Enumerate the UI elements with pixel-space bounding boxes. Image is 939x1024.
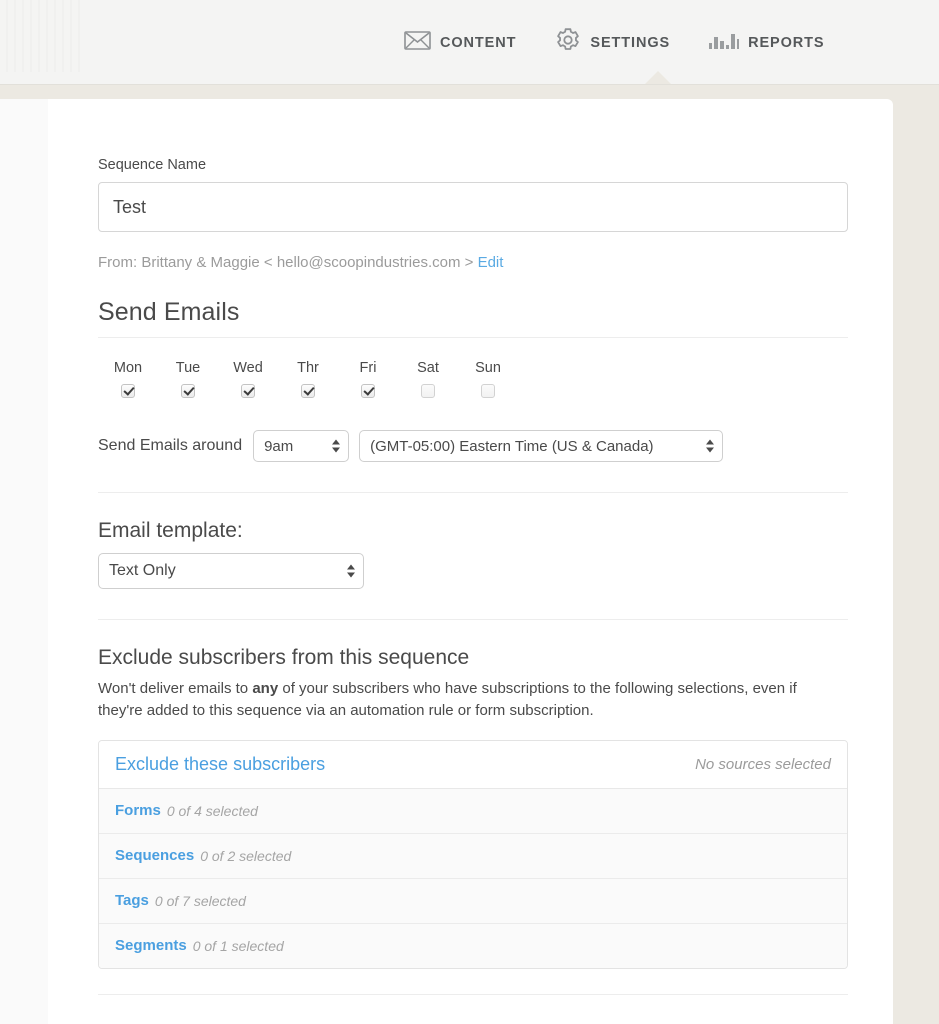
exclusion-row-count: 0 of 4 selected	[166, 802, 258, 819]
exclusion-row-tags[interactable]: Tags 0 of 7 selected	[99, 878, 847, 924]
send-days-group: Mon Tue Wed Thr Fri Sat Sun	[98, 360, 848, 400]
day-label-fri: Fri	[359, 360, 377, 376]
exclusion-panel-header[interactable]: Exclude these subscribers No sources sel…	[99, 740, 847, 789]
exclude-description: Won't deliver emails to any of your subs…	[98, 678, 840, 722]
exclude-description-emphasis: any	[252, 680, 279, 697]
app-header: CONTENT SETTINGS REPORTS	[0, 0, 939, 85]
settings-form: Sequence Name From: Brittany & Maggie < …	[98, 99, 848, 995]
day-checkbox-fri[interactable]	[361, 383, 375, 398]
header-texture	[0, 0, 84, 72]
exclusion-row-count: 0 of 7 selected	[154, 892, 246, 909]
send-emails-divider	[98, 337, 848, 338]
exclusion-row-sequences[interactable]: Sequences 0 of 2 selected	[99, 833, 847, 879]
main-nav: CONTENT SETTINGS REPORTS	[404, 27, 825, 58]
exclude-description-part1: Won't deliver emails to	[98, 680, 253, 697]
exclude-section-divider	[98, 619, 848, 620]
email-template-value: Text Only	[109, 562, 176, 579]
edit-from-link[interactable]: Edit	[478, 254, 504, 271]
exclusion-panel-title: Exclude these subscribers	[115, 753, 326, 774]
bottom-divider	[98, 993, 848, 995]
day-label-sun: Sun	[475, 360, 501, 376]
from-address-line: From: Brittany & Maggie < hello@scoopind…	[98, 254, 848, 271]
day-sun: Sun	[458, 360, 518, 400]
day-checkbox-sun[interactable]	[481, 383, 495, 398]
nav-item-reports[interactable]: REPORTS	[709, 32, 824, 54]
day-checkbox-thr[interactable]	[301, 383, 315, 398]
nav-item-settings[interactable]: SETTINGS	[555, 27, 670, 58]
left-rail	[0, 99, 48, 1024]
settings-card: Sequence Name From: Brittany & Maggie < …	[48, 99, 893, 1024]
day-label-sat: Sat	[417, 360, 439, 376]
day-wed: Wed	[218, 360, 278, 400]
exclusion-row-count: 0 of 1 selected	[192, 937, 284, 954]
envelope-icon	[404, 30, 431, 55]
exclusion-panel-status: No sources selected	[695, 755, 831, 773]
email-template-select[interactable]: Text Only	[98, 553, 364, 589]
nav-item-content[interactable]: CONTENT	[404, 30, 517, 55]
active-tab-pointer	[645, 71, 671, 84]
day-checkbox-tue[interactable]	[181, 383, 195, 398]
send-emails-heading: Send Emails	[98, 298, 240, 326]
exclude-heading: Exclude subscribers from this sequence	[98, 646, 470, 669]
timezone-select[interactable]: (GMT-05:00) Eastern Time (US & Canada)	[359, 430, 724, 462]
day-mon: Mon	[98, 360, 158, 400]
day-label-tue: Tue	[175, 360, 201, 376]
sequence-name-input[interactable]	[98, 182, 848, 232]
exclusion-row-segments[interactable]: Segments 0 of 1 selected	[99, 923, 847, 968]
day-checkbox-mon[interactable]	[121, 383, 135, 398]
exclusion-row-label: Tags	[115, 892, 149, 909]
chevron-updown-icon	[347, 564, 355, 578]
nav-label-reports: REPORTS	[748, 34, 825, 51]
timezone-value: (GMT-05:00) Eastern Time (US & Canada)	[370, 437, 654, 455]
day-thr: Thr	[278, 360, 338, 400]
send-time-value: 9am	[264, 437, 294, 455]
exclusion-row-label: Forms	[115, 802, 161, 819]
send-around-label: Send Emails around	[98, 437, 243, 454]
chevron-updown-icon	[706, 439, 715, 453]
send-time-select[interactable]: 9am	[253, 430, 350, 462]
day-label-thr: Thr	[297, 360, 319, 376]
day-tue: Tue	[158, 360, 218, 400]
gear-icon	[555, 27, 581, 58]
nav-label-settings: SETTINGS	[590, 34, 671, 51]
day-checkbox-sat[interactable]	[421, 383, 435, 398]
template-section-divider	[98, 492, 848, 493]
page-background: Sequence Name From: Brittany & Maggie < …	[0, 85, 939, 1024]
bar-chart-icon	[709, 32, 740, 54]
nav-label-content: CONTENT	[440, 34, 517, 51]
send-time-row: Send Emails around 9am (GMT-05:00) Easte…	[98, 430, 848, 462]
exclusion-panel: Exclude these subscribers No sources sel…	[98, 739, 848, 969]
day-fri: Fri	[338, 360, 398, 400]
day-label-wed: Wed	[233, 360, 263, 376]
exclusion-row-count: 0 of 2 selected	[200, 847, 292, 864]
day-label-mon: Mon	[113, 360, 143, 376]
email-template-label: Email template:	[98, 519, 243, 542]
day-checkbox-wed[interactable]	[241, 383, 255, 398]
exclusion-row-label: Segments	[115, 937, 187, 954]
chevron-updown-icon	[332, 439, 341, 453]
exclusion-row-label: Sequences	[115, 847, 195, 864]
sequence-name-label: Sequence Name	[98, 157, 207, 173]
day-sat: Sat	[398, 360, 458, 400]
exclusion-row-forms[interactable]: Forms 0 of 4 selected	[99, 788, 847, 834]
from-address-text: From: Brittany & Maggie < hello@scoopind…	[98, 254, 474, 271]
